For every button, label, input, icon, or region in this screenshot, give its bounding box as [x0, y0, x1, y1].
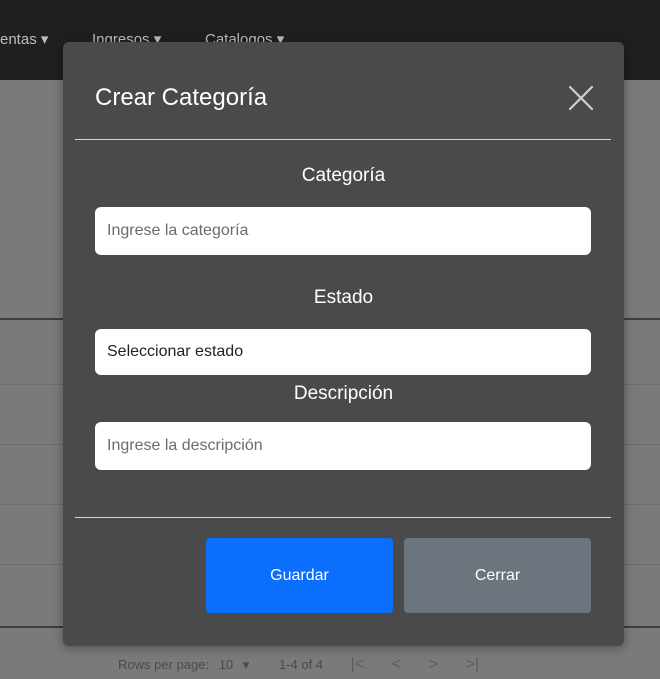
estado-select-value: Seleccionar estado	[107, 343, 244, 360]
estado-label: Estado	[313, 287, 374, 308]
close-icon	[568, 85, 594, 111]
close-button[interactable]	[565, 82, 597, 114]
page-range: 1-4 of 4	[278, 657, 324, 672]
estado-select[interactable]: Seleccionar estado	[95, 329, 591, 375]
modal-title: Crear Categoría	[95, 84, 268, 111]
cancel-button[interactable]: Cerrar	[404, 538, 591, 613]
pagination: Rows per page: 10 ▾ 1-4 of 4 |< < > >|	[118, 656, 485, 674]
descripcion-input[interactable]	[95, 422, 591, 470]
nav-item-ventas[interactable]: entas ▾	[0, 30, 48, 48]
next-page-icon[interactable]: >	[429, 656, 438, 673]
header-divider	[75, 139, 611, 140]
chevron-down-icon: ▾	[242, 657, 250, 672]
rows-per-page-select[interactable]: 10 ▾	[219, 657, 256, 672]
rows-per-page-label: Rows per page:	[118, 657, 210, 672]
save-button[interactable]: Guardar	[206, 538, 393, 613]
first-page-icon[interactable]: |<	[351, 656, 365, 673]
last-page-icon[interactable]: >|	[466, 656, 480, 673]
prev-page-icon[interactable]: <	[392, 656, 401, 673]
categoria-label: Categoría	[301, 165, 386, 186]
create-category-modal: Crear Categoría Categoría Estado Selecci…	[63, 42, 624, 646]
footer-divider	[75, 517, 611, 518]
categoria-input[interactable]	[95, 207, 591, 255]
descripcion-label: Descripción	[293, 383, 394, 404]
